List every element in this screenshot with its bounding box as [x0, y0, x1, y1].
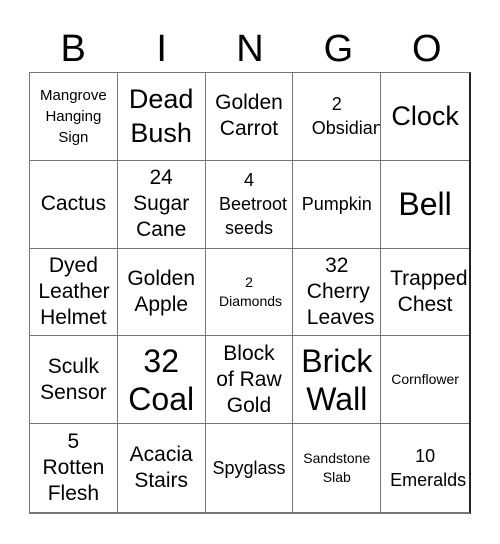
bingo-cell[interactable]: Block of Raw Gold: [205, 336, 294, 425]
cell-label: Sandstone Slab: [303, 450, 371, 486]
bingo-cell[interactable]: Acacia Stairs: [118, 424, 206, 512]
bingo-cell[interactable]: Pumpkin: [293, 160, 382, 249]
bingo-cell[interactable]: Bell: [381, 161, 469, 249]
bingo-cell[interactable]: Sculk Sensor: [30, 336, 118, 425]
cell-label: Sculk Sensor: [40, 354, 107, 404]
cell-label: 10 Emeralds: [390, 446, 467, 491]
cell-label: 32 Coal: [128, 342, 195, 417]
bingo-grid: Mangrove Hanging Sign Dead Bush Golden C…: [29, 72, 471, 514]
bingo-cell[interactable]: Dead Bush: [117, 73, 206, 161]
bingo-cell[interactable]: Golden Apple: [117, 248, 206, 337]
cell-label: Golden Carrot: [215, 91, 283, 141]
bingo-cell[interactable]: Spyglass: [206, 424, 294, 512]
header-letter-n: N: [236, 28, 264, 70]
cell-label: Bell: [398, 186, 452, 223]
bingo-cell[interactable]: Brick Wall: [293, 336, 382, 425]
cell-label: 2 Obsidian: [311, 94, 382, 139]
cell-label: 32 Cherry Leaves: [306, 253, 375, 329]
cell-label: 4 Beetroot seeds: [218, 170, 288, 239]
cell-label: Golden Apple: [127, 266, 196, 316]
bingo-cell[interactable]: Cornflower: [381, 336, 469, 425]
bingo-cell[interactable]: 32 Coal: [117, 336, 206, 425]
bingo-header: B I N G O: [29, 26, 471, 72]
bingo-cell[interactable]: Trapped Chest: [381, 249, 469, 337]
cell-label: Clock: [391, 101, 459, 132]
cell-label: Cactus: [40, 192, 107, 216]
cell-label: 5 Rotten Flesh: [42, 430, 105, 506]
cell-label: Acacia Stairs: [129, 443, 193, 493]
bingo-cell[interactable]: 5 Rotten Flesh: [30, 424, 118, 512]
bingo-cell[interactable]: Dyed Leather Helmet: [30, 248, 118, 337]
header-letter-i: I: [156, 28, 167, 70]
cell-label: Brick Wall: [301, 342, 373, 417]
bingo-cell[interactable]: Clock: [381, 73, 469, 161]
cell-label: Block of Raw Gold: [216, 341, 282, 417]
cell-label: Spyglass: [212, 458, 286, 479]
cell-label: Cornflower: [391, 371, 459, 388]
header-letter-b: B: [60, 28, 86, 70]
cell-label: Trapped Chest: [390, 266, 468, 316]
cell-label: Mangrove Hanging Sign: [40, 86, 107, 146]
cell-label: Dead Bush: [128, 84, 194, 149]
cell-label: Pumpkin: [301, 194, 372, 215]
bingo-cell[interactable]: 32 Cherry Leaves: [293, 248, 382, 337]
header-letter-g: G: [323, 28, 354, 70]
bingo-cell[interactable]: 24 Sugar Cane: [117, 160, 206, 249]
header-letter-o: O: [412, 28, 442, 70]
cell-label: Dyed Leather Helmet: [38, 253, 110, 329]
cell-label: 24 Sugar Cane: [133, 166, 190, 242]
bingo-cell[interactable]: Sandstone Slab: [293, 424, 382, 512]
bingo-cell[interactable]: Cactus: [30, 160, 118, 249]
bingo-cell[interactable]: 2 Obsidian: [293, 73, 382, 161]
bingo-cell[interactable]: 10 Emeralds: [381, 424, 469, 512]
bingo-cell[interactable]: 4 Beetroot seeds: [205, 160, 294, 249]
bingo-cell[interactable]: Mangrove Hanging Sign: [30, 73, 118, 161]
bingo-cell[interactable]: Golden Carrot: [205, 73, 294, 161]
bingo-cell[interactable]: 2 Diamonds: [205, 248, 294, 337]
cell-label: 2 Diamonds: [218, 273, 283, 309]
